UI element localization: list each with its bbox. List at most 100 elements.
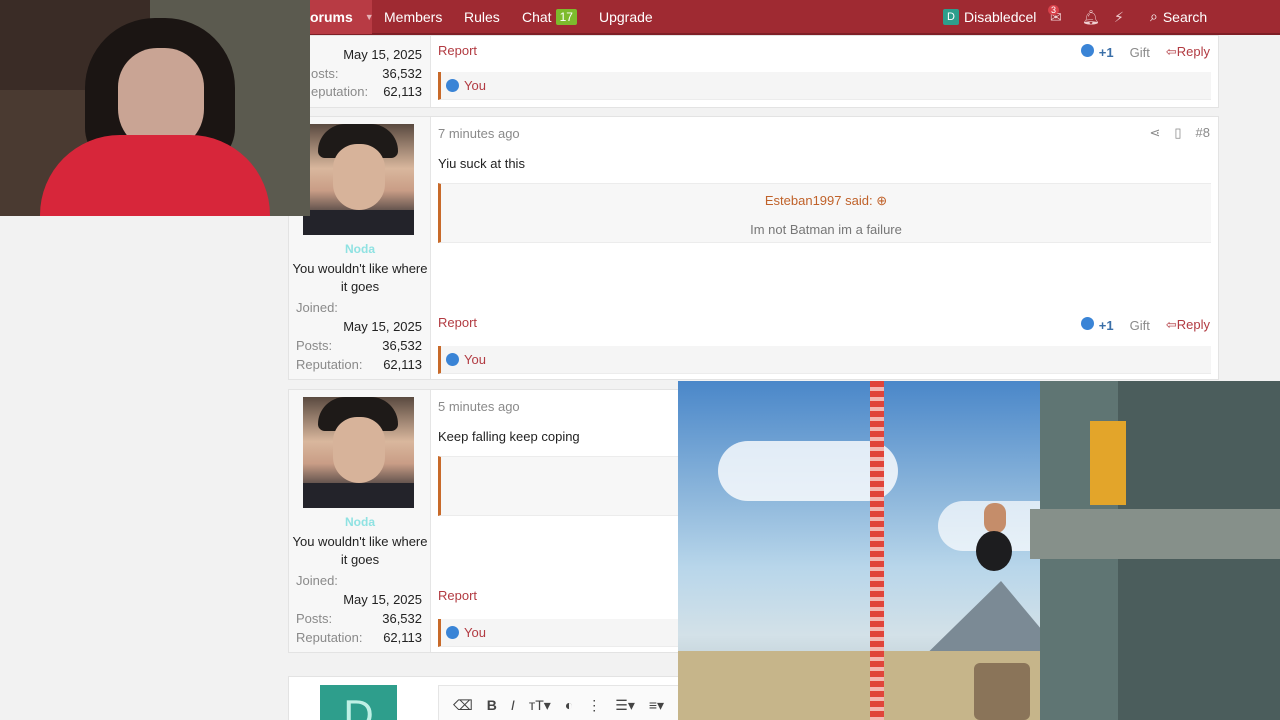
avatar: D (943, 8, 959, 25)
like-button[interactable]: +1 (1080, 44, 1114, 60)
nav-rules[interactable]: Rules (464, 0, 500, 34)
post-previous: May 15, 2025 osts: 36,532 eputation: 62,11… (288, 35, 1219, 108)
lightning-icon[interactable]: ⚡︎ (1114, 9, 1124, 26)
joined-row: Joined: (296, 300, 422, 315)
report-link[interactable]: Report (438, 588, 477, 603)
palette-icon[interactable]: ◐ (565, 697, 573, 713)
reputation-label: eputation: (311, 84, 369, 99)
inbox-count-badge: 3 (1048, 5, 1060, 15)
nav-search-label: Search (1162, 8, 1208, 25)
like-count: +1 (1098, 318, 1114, 333)
stump (974, 663, 1030, 720)
avatar-suit (303, 483, 414, 508)
share-icon[interactable]: ⋖ (1149, 125, 1160, 141)
nav-members[interactable]: Members (384, 0, 442, 34)
post-time[interactable]: 7 minutes ago (438, 126, 520, 141)
avatar: D (320, 685, 397, 720)
thumbs-up-icon (1080, 44, 1094, 57)
crane (870, 381, 884, 720)
reply-label: Reply (1176, 317, 1210, 332)
post-time[interactable]: 5 minutes ago (438, 399, 520, 414)
bold-icon[interactable]: B (487, 697, 497, 713)
game-capture-overlay (678, 381, 1280, 720)
thumbs-up-icon (446, 626, 459, 639)
liker-name[interactable]: You (464, 352, 486, 367)
nav-forums-label: orums (310, 8, 353, 25)
bookmark-icon[interactable]: ▯ (1174, 125, 1181, 141)
username[interactable]: Noda (289, 242, 431, 256)
nav-chat-label: Chat (522, 8, 552, 25)
liker-name[interactable]: You (464, 78, 486, 93)
likes-bar: You (438, 346, 1211, 374)
text-size-icon[interactable]: тT▾ (529, 697, 551, 714)
quote-block: Esteban1997 said: ⊕ Im not Batman im a f… (438, 183, 1211, 243)
reputation-value: 62,113 (383, 630, 422, 645)
joined-date: May 15, 2025 (343, 592, 422, 607)
reply-icon: ⇦ (1165, 317, 1177, 332)
post-number[interactable]: #8 (1196, 125, 1210, 141)
nav-chat[interactable]: Chat 17 (522, 0, 577, 34)
joined-label: Joined: (296, 300, 338, 315)
more-options-icon[interactable]: ⋮ (587, 697, 601, 714)
joined-label: Joined: (296, 573, 338, 588)
nav-upgrade[interactable]: Upgrade (599, 0, 653, 34)
chat-count-badge: 17 (555, 8, 577, 25)
webcam-overlay (0, 0, 310, 216)
reputation-row: eputation: 62,113 (311, 84, 422, 99)
account-menu[interactable]: D Disabledcel (943, 0, 1036, 34)
nav-forums[interactable]: orums ▼ (300, 0, 374, 34)
ledge (1030, 509, 1280, 559)
reputation-label: Reputation: (296, 630, 363, 645)
avatar-face (333, 417, 385, 483)
post-user-info: Noda You wouldn't like where it goes Joi… (289, 117, 431, 379)
avatar[interactable] (303, 124, 414, 235)
nav-search[interactable]: ⌕ Search (1150, 0, 1207, 34)
liker-name[interactable]: You (464, 625, 486, 640)
quote-author[interactable]: Esteban1997 said: ⊕ (441, 193, 1211, 209)
yellow-panel (1090, 421, 1126, 505)
avatar-suit (303, 210, 414, 235)
posts-label: Posts: (296, 611, 333, 626)
joined-date-row: May 15, 2025 (296, 319, 422, 334)
chevron-down-icon[interactable]: ▼ (365, 12, 374, 22)
report-link[interactable]: Report (438, 43, 477, 58)
joined-row: May 15, 2025 (296, 47, 422, 62)
account-username: Disabledcel (964, 8, 1037, 25)
post-actions: +1 Gift ⇦Reply (1080, 44, 1210, 60)
posts-label: Posts: (296, 338, 333, 353)
avatar[interactable] (303, 397, 414, 508)
bell-icon[interactable]: 🔔︎ (1082, 9, 1100, 26)
report-link[interactable]: Report (438, 315, 477, 330)
like-button[interactable]: +1 (1080, 317, 1114, 333)
eraser-icon[interactable]: ⌫ (453, 697, 473, 714)
post-actions: +1 Gift ⇦Reply (1080, 317, 1210, 333)
reply-label: Reply (1176, 44, 1210, 59)
reply-button[interactable]: ⇦Reply (1166, 317, 1210, 333)
avatar-face (333, 144, 385, 210)
username[interactable]: Noda (289, 515, 431, 529)
likes-bar: You (438, 72, 1211, 100)
post-text: Keep falling keep coping (438, 429, 580, 444)
joined-date: May 15, 2025 (343, 319, 422, 334)
posts-value: 36,532 (382, 338, 422, 353)
list-icon[interactable]: ☰▾ (615, 697, 635, 714)
post-tools: ⋖ ▯ #8 (1149, 125, 1210, 141)
joined-row: Joined: (296, 573, 422, 588)
reputation-value: 62,113 (383, 357, 422, 372)
align-icon[interactable]: ≡▾ (649, 697, 664, 714)
thumbs-up-icon (446, 353, 459, 366)
reputation-row: Reputation: 62,113 (296, 630, 422, 645)
posts-row: Posts: 36,532 (296, 611, 422, 626)
posts-row: Posts: 36,532 (296, 338, 422, 353)
reply-button[interactable]: ⇦Reply (1166, 44, 1210, 60)
gift-button[interactable]: Gift (1130, 318, 1150, 333)
gift-button[interactable]: Gift (1130, 45, 1150, 60)
posts-value: 36,532 (382, 66, 422, 81)
reputation-label: Reputation: (296, 357, 363, 372)
italic-icon[interactable]: I (511, 697, 515, 713)
quote-author-label: Esteban1997 said: (764, 193, 873, 208)
reputation-value: 62,113 (383, 84, 422, 99)
joined-date: May 15, 2025 (343, 47, 422, 62)
post-user-info: Noda You wouldn't like where it goes Joi… (289, 390, 431, 652)
cauldron (976, 531, 1012, 571)
